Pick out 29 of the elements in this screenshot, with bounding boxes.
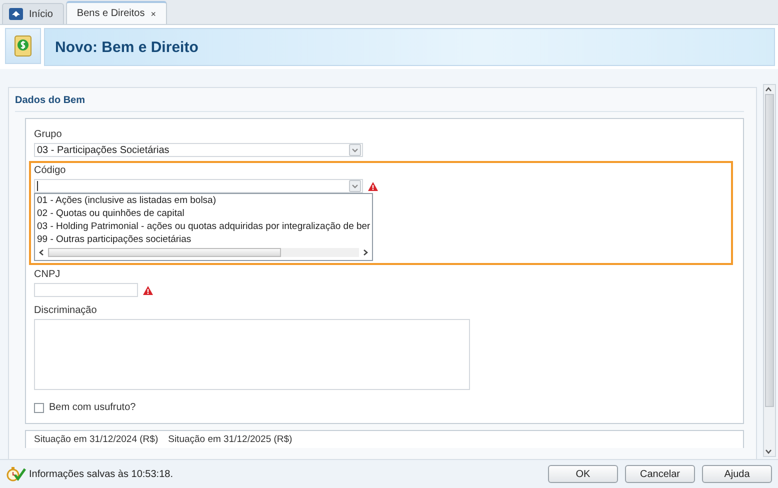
vertical-scrollbar[interactable] [763, 84, 776, 457]
status-message: Informações salvas às 10:53:18. [29, 468, 174, 480]
column-heading: Situação em 31/12/2024 (R$) [34, 434, 158, 445]
column-heading: Situação em 31/12/2025 (R$) [168, 434, 292, 445]
text-area[interactable] [34, 319, 470, 390]
field-label: Grupo [34, 129, 63, 140]
house-icon [9, 8, 23, 20]
select-field[interactable]: 03 - Participações Societárias [34, 143, 363, 157]
tab[interactable]: Início [2, 3, 64, 24]
field-label: Discriminação [34, 305, 98, 316]
checkbox[interactable] [34, 402, 44, 412]
combo-box[interactable] [34, 179, 363, 193]
page-title: Novo: Bem e Direito [44, 28, 775, 66]
close-tab-button[interactable]: × [150, 8, 156, 18]
field-label: CNPJ [34, 269, 62, 280]
field-label: Código [34, 165, 67, 176]
dialog-button[interactable]: Cancelar [625, 465, 695, 483]
dropdown-option[interactable]: 99 - Outras participações societárias [35, 233, 372, 246]
dropdown-option[interactable]: 02 - Quotas ou quinhões de capital [35, 207, 372, 220]
document-money-icon [14, 35, 32, 57]
dropdown-option[interactable]: 03 - Holding Patrimonial - ações ou quotas adquiridas por integralização de ber [35, 220, 372, 233]
dialog-button[interactable]: Ajuda [702, 465, 772, 483]
checkbox-label: Bem com usufruto? [49, 402, 136, 413]
input-field[interactable] [34, 283, 138, 297]
section-title: Dados do Bem [15, 88, 744, 112]
clock-check-icon [6, 466, 26, 482]
tab[interactable]: Bens e Direitos × [66, 1, 167, 24]
dropdown-option[interactable]: 01 - Ações (inclusive as listadas em bolsa) [35, 194, 372, 207]
dialog-button[interactable]: OK [548, 465, 618, 483]
